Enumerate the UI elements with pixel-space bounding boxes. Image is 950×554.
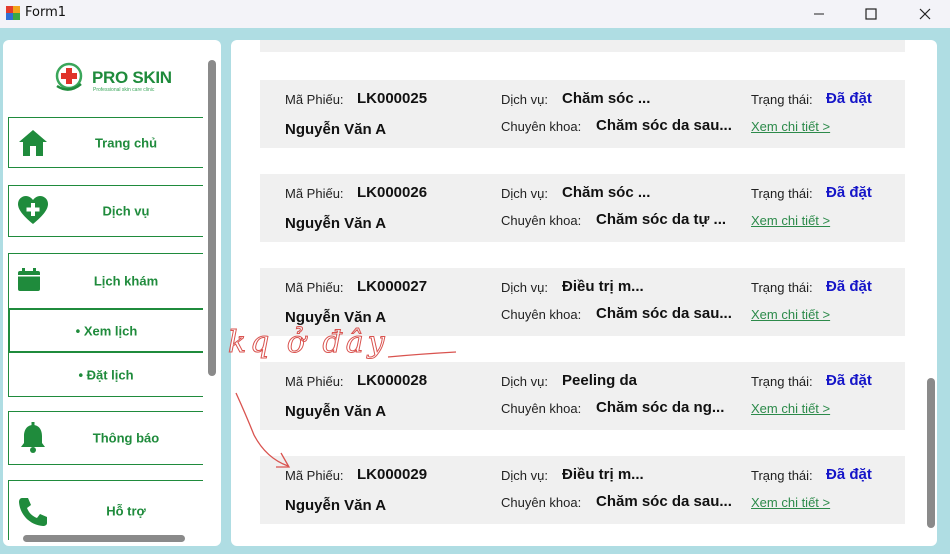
sidebar-horizontal-scrollbar[interactable]: [23, 535, 185, 542]
booking-code: LK000029: [357, 466, 428, 483]
logo-icon: [55, 62, 83, 91]
close-icon: [919, 8, 931, 20]
sidebar: PRO SKIN Professional skin care clinic T…: [3, 40, 221, 546]
view-details-link[interactable]: Xem chi tiết >: [751, 119, 830, 134]
window-title: Form1: [25, 5, 67, 20]
service-label: Dịch vụ:: [501, 186, 548, 201]
patient-name: Nguyễn Văn A: [285, 497, 387, 514]
status-label: Trạng thái:: [751, 186, 813, 201]
sidebar-item-home[interactable]: Trang chủ: [8, 117, 203, 168]
booking-code-label: Mã Phiếu:: [285, 92, 344, 107]
sidebar-subitem-view-schedule[interactable]: • Xem lịch: [8, 308, 203, 353]
minimize-icon: [814, 13, 824, 15]
sidebar-item-notifications[interactable]: Thông báo: [8, 411, 203, 465]
service-value: Điều trị m...: [562, 466, 644, 483]
maximize-button[interactable]: [848, 0, 894, 28]
service-value: Peeling da: [562, 372, 638, 389]
service-label: Dịch vụ:: [501, 374, 548, 389]
booking-card: Mã Phiếu: LK000027 Nguyễn Văn A Dịch vụ:…: [260, 268, 905, 336]
booking-code: LK000028: [357, 372, 428, 389]
logo-text: PRO SKIN: [92, 68, 172, 87]
specialty-value: Chăm sóc da sau...: [596, 117, 732, 134]
service-label: Dịch vụ:: [501, 280, 548, 295]
service-label: Dịch vụ:: [501, 92, 548, 107]
sidebar-item-services[interactable]: Dịch vụ: [8, 185, 203, 237]
calendar-icon: [14, 265, 46, 297]
sidebar-item-label: Dịch vụ: [102, 203, 150, 219]
specialty-value: Chăm sóc da ng...: [596, 399, 725, 416]
heart-plus-icon: [17, 195, 49, 227]
specialty-value: Chăm sóc da sau...: [596, 493, 732, 510]
sidebar-item-support[interactable]: Hỗ trợ: [8, 480, 203, 540]
specialty-label: Chuyên khoa:: [501, 401, 582, 416]
specialty-label: Chuyên khoa:: [501, 213, 582, 228]
sidebar-item-label: Thông báo: [92, 430, 160, 446]
booking-card: Mã Phiếu: LK000029 Nguyễn Văn A Dịch vụ:…: [260, 456, 905, 524]
status-badge: Đã đặt: [826, 372, 872, 389]
booking-card: Mã Phiếu: LK000028 Nguyễn Văn A Dịch vụ:…: [260, 362, 905, 430]
specialty-value: Chăm sóc da sau...: [596, 305, 732, 322]
status-label: Trạng thái:: [751, 92, 813, 107]
status-badge: Đã đặt: [826, 90, 872, 107]
sidebar-item-schedule[interactable]: Lịch khám: [8, 253, 203, 308]
patient-name: Nguyễn Văn A: [285, 403, 387, 420]
booking-code: LK000026: [357, 184, 428, 201]
home-icon: [17, 127, 49, 159]
booking-card: Mã Phiếu: LK000025 Nguyễn Văn A Dịch vụ:…: [260, 80, 905, 148]
patient-name: Nguyễn Văn A: [285, 121, 387, 138]
booking-code-label: Mã Phiếu:: [285, 468, 344, 483]
booking-code: LK000027: [357, 278, 428, 295]
sidebar-vertical-scrollbar[interactable]: [208, 60, 216, 376]
booking-card: Mã Phiếu: LK000026 Nguyễn Văn A Dịch vụ:…: [260, 174, 905, 242]
patient-name: Nguyễn Văn A: [285, 215, 387, 232]
status-badge: Đã đặt: [826, 184, 872, 201]
service-value: Chăm sóc ...: [562, 184, 651, 201]
specialty-label: Chuyên khoa:: [501, 307, 582, 322]
sidebar-subitem-label: • Đặt lịch: [78, 367, 134, 382]
sidebar-subitem-label: • Xem lịch: [75, 323, 138, 338]
sidebar-item-label: Trang chủ: [94, 135, 158, 150]
sidebar-item-label: Hỗ trợ: [106, 503, 146, 518]
specialty-label: Chuyên khoa:: [501, 495, 582, 510]
app-icon: [6, 6, 20, 20]
status-label: Trạng thái:: [751, 280, 813, 295]
booking-code-label: Mã Phiếu:: [285, 186, 344, 201]
view-details-link[interactable]: Xem chi tiết >: [751, 401, 830, 416]
close-button[interactable]: [902, 0, 948, 28]
minimize-button[interactable]: [796, 0, 842, 28]
status-label: Trạng thái:: [751, 374, 813, 389]
service-label: Dịch vụ:: [501, 468, 548, 483]
sidebar-item-label: Lịch khám: [93, 273, 159, 289]
booking-code: LK000025: [357, 90, 428, 107]
logo-subtitle: Professional skin care clinic: [93, 87, 155, 93]
status-badge: Đã đặt: [826, 466, 872, 483]
bell-icon: [17, 422, 49, 454]
booking-list-vertical-scrollbar[interactable]: [927, 378, 935, 528]
booking-list: Mã Phiếu: LK000025 Nguyễn Văn A Dịch vụ:…: [231, 40, 937, 546]
booking-code-label: Mã Phiếu:: [285, 374, 344, 389]
phone-icon: [17, 495, 49, 527]
service-value: Chăm sóc ...: [562, 90, 651, 107]
booking-card-partial: [260, 40, 905, 52]
status-badge: Đã đặt: [826, 278, 872, 295]
view-details-link[interactable]: Xem chi tiết >: [751, 213, 830, 228]
booking-code-label: Mã Phiếu:: [285, 280, 344, 295]
status-label: Trạng thái:: [751, 468, 813, 483]
service-value: Điều trị m...: [562, 278, 644, 295]
view-details-link[interactable]: Xem chi tiết >: [751, 495, 830, 510]
specialty-value: Chăm sóc da tự ...: [596, 211, 727, 228]
logo: PRO SKIN Professional skin care clinic: [53, 62, 183, 94]
patient-name: Nguyễn Văn A: [285, 309, 387, 326]
maximize-icon: [865, 8, 877, 20]
sidebar-subitem-book-appointment[interactable]: • Đặt lịch: [8, 353, 203, 397]
specialty-label: Chuyên khoa:: [501, 119, 582, 134]
view-details-link[interactable]: Xem chi tiết >: [751, 307, 830, 322]
title-bar: Form1: [0, 0, 950, 28]
